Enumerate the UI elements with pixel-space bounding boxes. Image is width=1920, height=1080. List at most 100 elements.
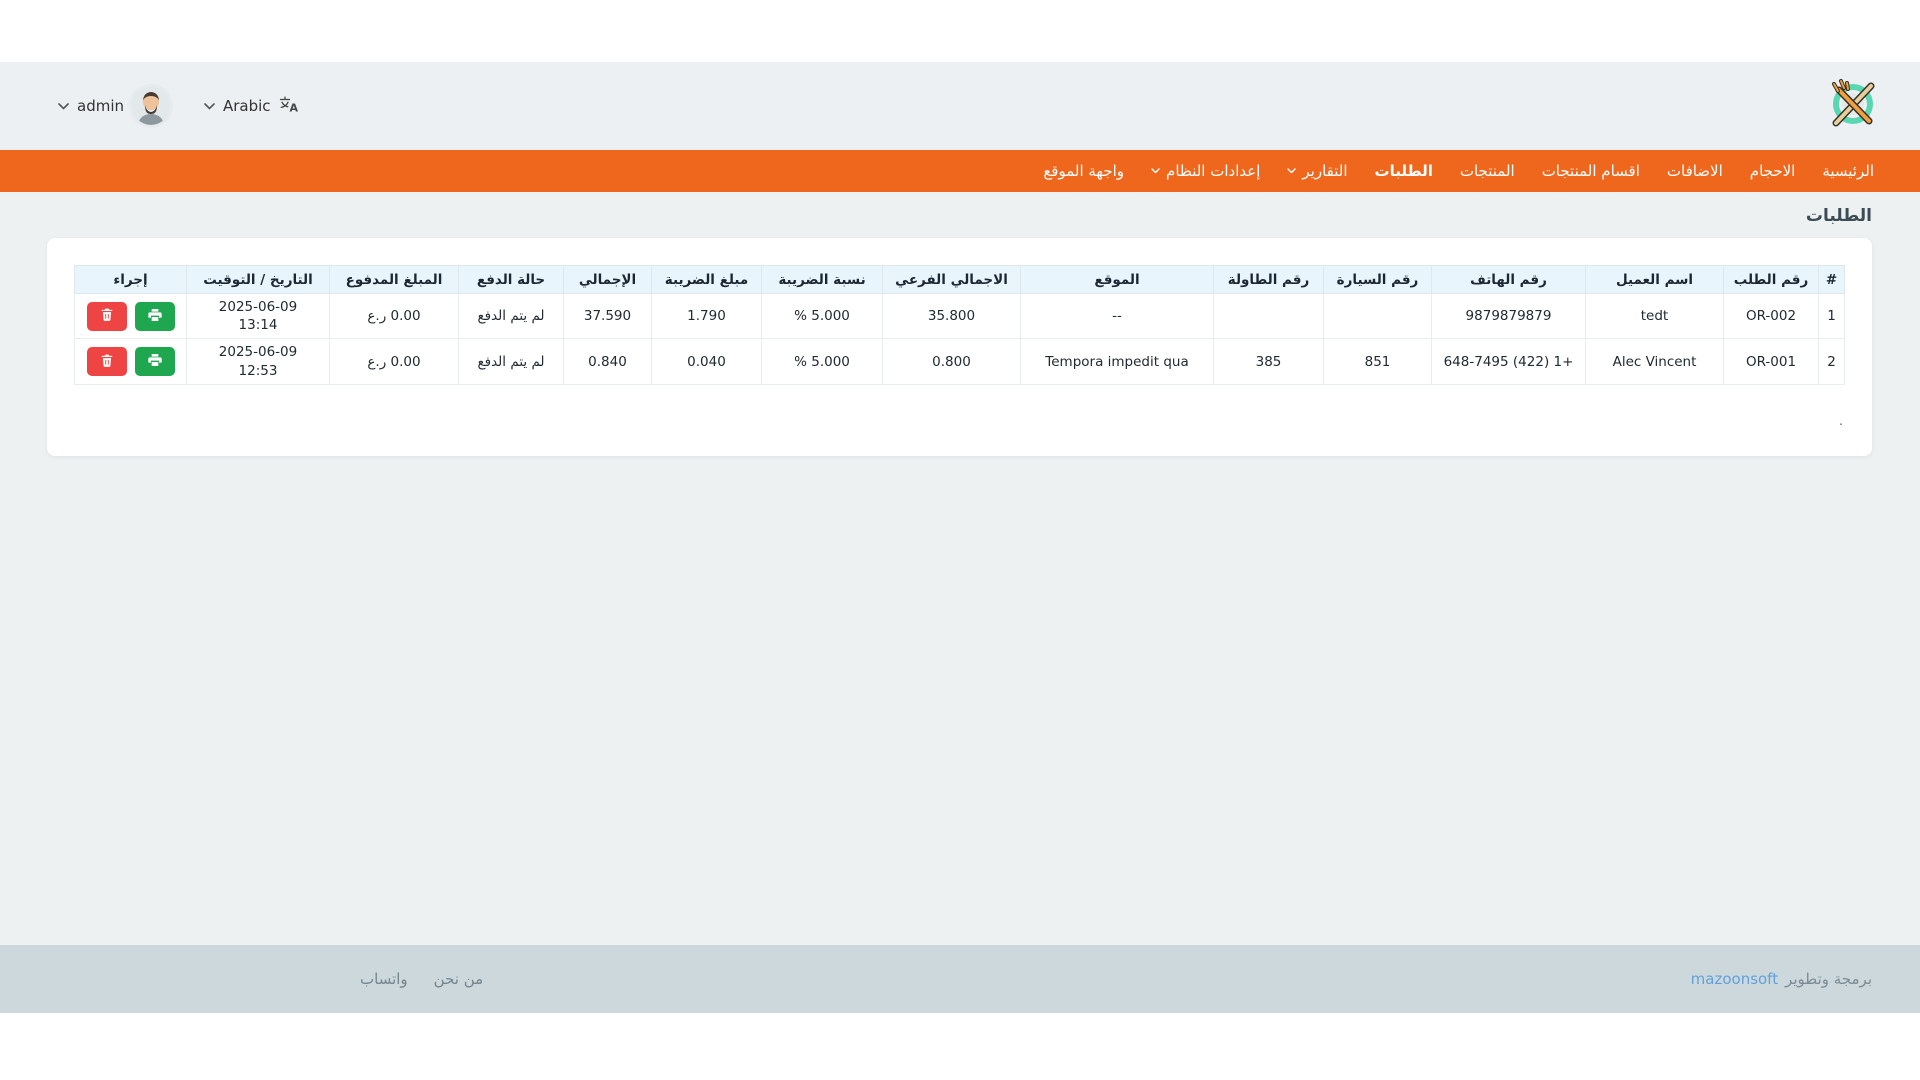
- nav-item-addons[interactable]: الاضافات: [1667, 162, 1723, 180]
- main-content: الطلبات # رقم الطلب اسم العميل رقم الهات…: [0, 192, 1920, 945]
- cell-car-no: [1324, 294, 1432, 339]
- cell-index: 2: [1819, 339, 1845, 384]
- cell-tax-rate: 5.000 %: [762, 294, 883, 339]
- cell-table-no: [1214, 294, 1324, 339]
- user-menu[interactable]: admin: [58, 87, 170, 125]
- nav-item-label: الرئيسية: [1822, 162, 1874, 180]
- col-header-tax-amount: مبلغ الضريبة: [652, 266, 762, 294]
- chevron-down-icon: [1287, 168, 1296, 174]
- datetime-text: 2025-06-09 13:14: [215, 298, 301, 334]
- svg-text:A: A: [289, 102, 298, 114]
- chevron-down-icon: [204, 103, 215, 110]
- nav-item-label: المنتجات: [1460, 162, 1515, 180]
- delete-button[interactable]: [87, 302, 127, 331]
- col-header-phone: رقم الهاتف: [1432, 266, 1586, 294]
- datetime-text: 2025-06-09 12:53: [215, 343, 301, 379]
- page: admin Arabic: [0, 0, 1920, 1080]
- cell-actions: [75, 339, 187, 384]
- cell-actions: [75, 294, 187, 339]
- nav-item-sizes[interactable]: الاحجام: [1750, 162, 1796, 180]
- restaurant-logo-icon: [1824, 75, 1882, 137]
- col-header-actions: إجراء: [75, 266, 187, 294]
- cell-order-no: OR-002: [1724, 294, 1819, 339]
- nav-item-site-interface[interactable]: واجهة الموقع: [1043, 162, 1124, 180]
- user-name: admin: [77, 97, 124, 115]
- col-header-customer: اسم العميل: [1586, 266, 1724, 294]
- nav-item-product-categories[interactable]: اقسام المنتجات: [1542, 162, 1640, 180]
- stray-dot: .: [1839, 414, 1843, 428]
- cell-customer: Alec Vincent: [1586, 339, 1724, 384]
- nav-item-label: إعدادات النظام: [1166, 162, 1260, 180]
- cell-table-no: 385: [1214, 339, 1324, 384]
- cell-tax-amount: 1.790: [652, 294, 762, 339]
- cell-tax-rate: 5.000 %: [762, 339, 883, 384]
- cell-subtotal: 35.800: [883, 294, 1021, 339]
- footer-link-about[interactable]: من نحن: [434, 970, 484, 988]
- col-header-car-no: رقم السيارة: [1324, 266, 1432, 294]
- trash-icon: [100, 307, 114, 325]
- nav-item-label: الاضافات: [1667, 162, 1723, 180]
- cell-order-no: OR-001: [1724, 339, 1819, 384]
- credit-brand-link[interactable]: mazoonsoft: [1691, 970, 1778, 988]
- print-button[interactable]: [135, 302, 175, 331]
- col-header-location: الموقع: [1021, 266, 1214, 294]
- chevron-down-icon: [1151, 168, 1160, 174]
- delete-button[interactable]: [87, 347, 127, 376]
- cell-index: 1: [1819, 294, 1845, 339]
- nav-item-label: واجهة الموقع: [1043, 162, 1124, 180]
- footer-bar: من نحن واتساب برمجة وتطوير mazoonsoft: [0, 945, 1920, 1013]
- cell-paid-amount: 0.00 ر.ع: [330, 294, 459, 339]
- page-title: الطلبات: [47, 206, 1872, 226]
- cell-total: 0.840: [564, 339, 652, 384]
- language-menu[interactable]: Arabic A: [204, 95, 299, 117]
- cell-location: Tempora impedit qua: [1021, 339, 1214, 384]
- col-header-order-no: رقم الطلب: [1724, 266, 1819, 294]
- nav-item-label: التقارير: [1302, 162, 1347, 180]
- col-header-tax-rate: نسبة الضريبة: [762, 266, 883, 294]
- trash-icon: [100, 353, 114, 371]
- orders-table: # رقم الطلب اسم العميل رقم الهاتف رقم ال…: [74, 265, 1845, 385]
- cell-datetime: 2025-06-09 13:14: [187, 294, 330, 339]
- col-header-payment-status: حالة الدفع: [459, 266, 564, 294]
- print-button[interactable]: [135, 347, 175, 376]
- col-header-table-no: رقم الطاولة: [1214, 266, 1324, 294]
- translate-icon: A: [279, 95, 299, 117]
- main-nav: الرئيسية الاحجام الاضافات اقسام المنتجات…: [0, 150, 1920, 192]
- cell-phone: +1 (422) 648-7495: [1432, 339, 1586, 384]
- header-left-group: admin Arabic: [58, 87, 299, 125]
- header-bar: admin Arabic: [0, 62, 1920, 150]
- cell-datetime: 2025-06-09 12:53: [187, 339, 330, 384]
- cell-payment-status: لم يتم الدفع: [459, 339, 564, 384]
- credit-text: برمجة وتطوير: [1785, 970, 1872, 988]
- nav-item-system-settings[interactable]: إعدادات النظام: [1151, 162, 1260, 180]
- nav-item-orders[interactable]: الطلبات: [1375, 162, 1433, 180]
- cell-location: --: [1021, 294, 1214, 339]
- footer-link-whatsapp[interactable]: واتساب: [360, 970, 408, 988]
- table-row: 1 OR-002 tedt 9879879879 -- 35.800 5.000…: [75, 294, 1845, 339]
- nav-item-label: اقسام المنتجات: [1542, 162, 1640, 180]
- footer-links: من نحن واتساب: [360, 945, 483, 1013]
- avatar[interactable]: [132, 87, 170, 125]
- col-header-total: الإجمالي: [564, 266, 652, 294]
- nav-item-products[interactable]: المنتجات: [1460, 162, 1515, 180]
- orders-card: # رقم الطلب اسم العميل رقم الهاتف رقم ال…: [47, 238, 1872, 456]
- cell-tax-amount: 0.040: [652, 339, 762, 384]
- cell-car-no: 851: [1324, 339, 1432, 384]
- language-selected: Arabic: [223, 97, 271, 115]
- nav-item-label: الطلبات: [1375, 162, 1433, 180]
- nav-item-home[interactable]: الرئيسية: [1822, 162, 1874, 180]
- printer-icon: [147, 307, 163, 326]
- top-white-strip: [0, 0, 1920, 62]
- cell-customer: tedt: [1586, 294, 1724, 339]
- cell-phone: 9879879879: [1432, 294, 1586, 339]
- cell-payment-status: لم يتم الدفع: [459, 294, 564, 339]
- col-header-index: #: [1819, 266, 1845, 294]
- table-header-row: # رقم الطلب اسم العميل رقم الهاتف رقم ال…: [75, 266, 1845, 294]
- footer-credit: برمجة وتطوير mazoonsoft: [1691, 945, 1872, 1013]
- col-header-paid-amount: المبلغ المدفوع: [330, 266, 459, 294]
- col-header-subtotal: الاجمالي الفرعي: [883, 266, 1021, 294]
- nav-item-reports[interactable]: التقارير: [1287, 162, 1347, 180]
- cell-total: 37.590: [564, 294, 652, 339]
- nav-item-label: الاحجام: [1750, 162, 1796, 180]
- chevron-down-icon: [58, 103, 69, 110]
